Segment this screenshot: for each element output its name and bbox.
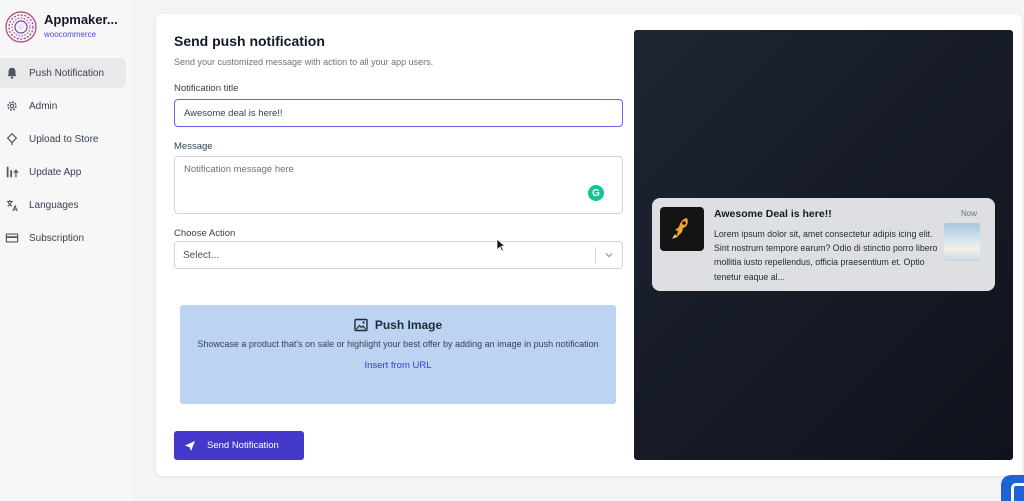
update-icon (4, 164, 20, 180)
message-textarea[interactable] (174, 156, 623, 214)
appmaker-logo-icon (5, 11, 37, 43)
choose-action-select[interactable]: Select... (174, 241, 623, 269)
notification-title: Awesome Deal is here!! (714, 208, 832, 220)
notification-preview-card: Awesome Deal is here!! Now Lorem ipsum d… (652, 198, 995, 291)
notification-thumbnail (944, 223, 980, 261)
sidebar-item-subscription[interactable]: Subscription (0, 223, 130, 253)
notification-time: Now (961, 209, 978, 218)
sidebar-item-languages[interactable]: Languages (0, 190, 130, 220)
sidebar: Appmaker... woocommerce Push Notificatio… (0, 0, 134, 501)
push-image-dropzone[interactable]: Push Image Showcase a product that's on … (180, 305, 616, 404)
sidebar-item-label: Push Notification (29, 67, 105, 79)
upload-icon (4, 131, 20, 147)
grammarly-icon[interactable]: G (588, 185, 604, 201)
card-icon (4, 230, 20, 246)
sidebar-item-admin[interactable]: Admin (0, 91, 130, 121)
mouse-cursor-icon (496, 238, 506, 252)
push-image-title: Push Image (180, 318, 616, 332)
chevron-down-icon[interactable] (596, 249, 622, 261)
sidebar-item-label: Update App (29, 166, 82, 178)
brand-subtitle: woocommerce (44, 30, 97, 39)
chat-widget-button[interactable] (1001, 475, 1024, 501)
page-subtitle: Send your customized message with action… (174, 57, 434, 67)
brand[interactable]: Appmaker... woocommerce (4, 10, 118, 44)
translate-icon (4, 197, 20, 213)
choose-action-label: Choose Action (174, 228, 236, 239)
page-title: Send push notification (174, 33, 325, 49)
sidebar-item-label: Upload to Store (29, 133, 99, 145)
select-value: Select... (183, 249, 220, 261)
send-icon (185, 440, 195, 451)
sidebar-item-push-notification[interactable]: Push Notification (0, 58, 126, 88)
brand-name: Appmaker... (44, 12, 118, 27)
push-image-description: Showcase a product that's on sale or hig… (197, 339, 599, 349)
send-notification-button[interactable]: Send Notification (174, 431, 304, 460)
sidebar-item-label: Admin (29, 100, 58, 112)
app-icon (660, 207, 704, 251)
image-icon (354, 318, 368, 332)
sidebar-item-update-app[interactable]: Update App (0, 157, 130, 187)
insert-from-url-link[interactable]: Insert from URL (180, 360, 616, 371)
notification-title-input[interactable] (174, 99, 623, 127)
sidebar-item-label: Languages (29, 199, 79, 211)
gear-icon (4, 98, 20, 114)
notification-body: Lorem ipsum dolor sit, amet consectetur … (714, 229, 938, 282)
sidebar-nav: Push Notification Admin Upload to Store … (0, 58, 130, 256)
notification-title-label: Notification title (174, 83, 239, 94)
sidebar-item-label: Subscription (29, 232, 85, 244)
bell-icon (4, 65, 20, 81)
sidebar-item-upload-to-store[interactable]: Upload to Store (0, 124, 130, 154)
message-label: Message (174, 141, 213, 152)
